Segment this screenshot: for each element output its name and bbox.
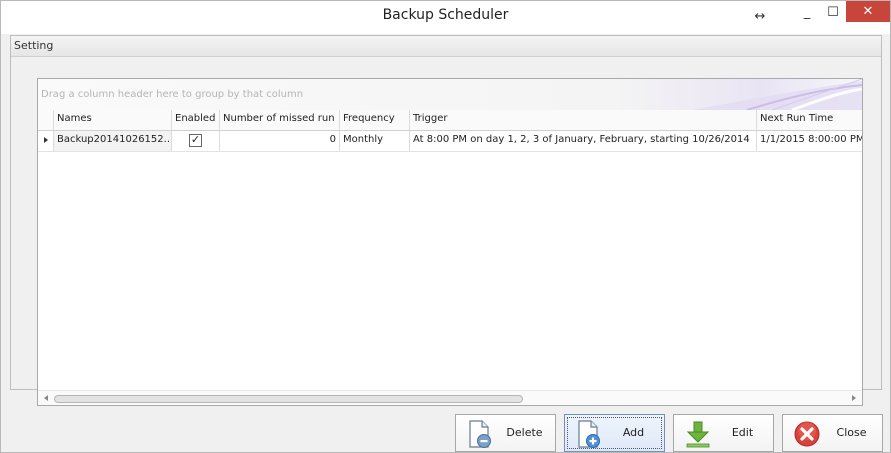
minimize-button[interactable]: _ <box>794 1 820 23</box>
delete-button[interactable]: Delete <box>455 414 556 452</box>
add-button-label: Add <box>622 426 645 439</box>
group-by-panel[interactable]: Drag a column header here to group by th… <box>38 79 862 111</box>
row-arrow-icon <box>44 137 48 143</box>
edit-button-label: Edit <box>731 426 754 439</box>
red-x-circle-icon <box>794 421 820 447</box>
horizontal-scrollbar[interactable] <box>38 390 862 405</box>
title-bar: Backup Scheduler ↔ _ ☐ ✕ <box>1 1 890 34</box>
decorative-swoosh <box>692 79 862 110</box>
enabled-checkbox[interactable]: ✓ <box>189 134 202 147</box>
cell-enabled[interactable]: ✓ <box>172 131 220 151</box>
table-row[interactable]: Backup20141026152... ✓ 0 Monthly At 8:00… <box>38 131 862 152</box>
cell-frequency[interactable]: Monthly <box>340 131 410 151</box>
edit-button[interactable]: Edit <box>673 414 774 452</box>
close-button[interactable]: Close <box>782 414 883 452</box>
resize-icon[interactable]: ↔ <box>747 5 773 27</box>
delete-button-label: Delete <box>506 426 543 439</box>
close-window-button[interactable]: ✕ <box>846 1 890 22</box>
column-header-trigger[interactable]: Trigger <box>410 110 757 130</box>
column-header-enabled[interactable]: Enabled <box>172 110 220 130</box>
document-minus-icon <box>469 420 491 448</box>
group-by-hint: Drag a column header here to group by th… <box>41 89 304 100</box>
scroll-right-icon[interactable] <box>852 395 856 401</box>
document-plus-icon <box>578 420 600 448</box>
backup-scheduler-window: Backup Scheduler ↔ _ ☐ ✕ Setting Drag a … <box>0 0 891 453</box>
column-header-missed-runs[interactable]: Number of missed run <box>220 110 340 130</box>
column-header-frequency[interactable]: Frequency <box>340 110 410 130</box>
cell-trigger[interactable]: At 8:00 PM on day 1, 2, 3 of January, Fe… <box>410 131 757 151</box>
download-arrow-icon <box>686 421 710 448</box>
setting-group-header: Setting <box>11 36 881 57</box>
setting-group-title: Setting <box>14 39 54 52</box>
setting-group: Setting Drag a column header here to gro… <box>10 35 882 406</box>
column-header-row: Names Enabled Number of missed run Frequ… <box>38 110 862 131</box>
maximize-button[interactable]: ☐ <box>820 1 846 23</box>
row-indicator <box>38 131 54 151</box>
cell-missed-runs[interactable]: 0 <box>220 131 340 151</box>
close-button-label: Close <box>836 426 867 439</box>
add-button[interactable]: Add <box>564 414 665 452</box>
cell-next-run-time[interactable]: 1/1/2015 8:00:00 PM <box>757 131 862 151</box>
header-indicator-cell <box>38 110 54 130</box>
column-header-names[interactable]: Names <box>54 110 172 130</box>
scrollbar-thumb[interactable] <box>54 395 523 403</box>
column-header-next-run-time[interactable]: Next Run Time <box>757 110 862 130</box>
cell-name[interactable]: Backup20141026152... <box>54 131 172 151</box>
schedule-grid[interactable]: Drag a column header here to group by th… <box>37 78 863 406</box>
scroll-left-icon[interactable] <box>44 395 48 401</box>
